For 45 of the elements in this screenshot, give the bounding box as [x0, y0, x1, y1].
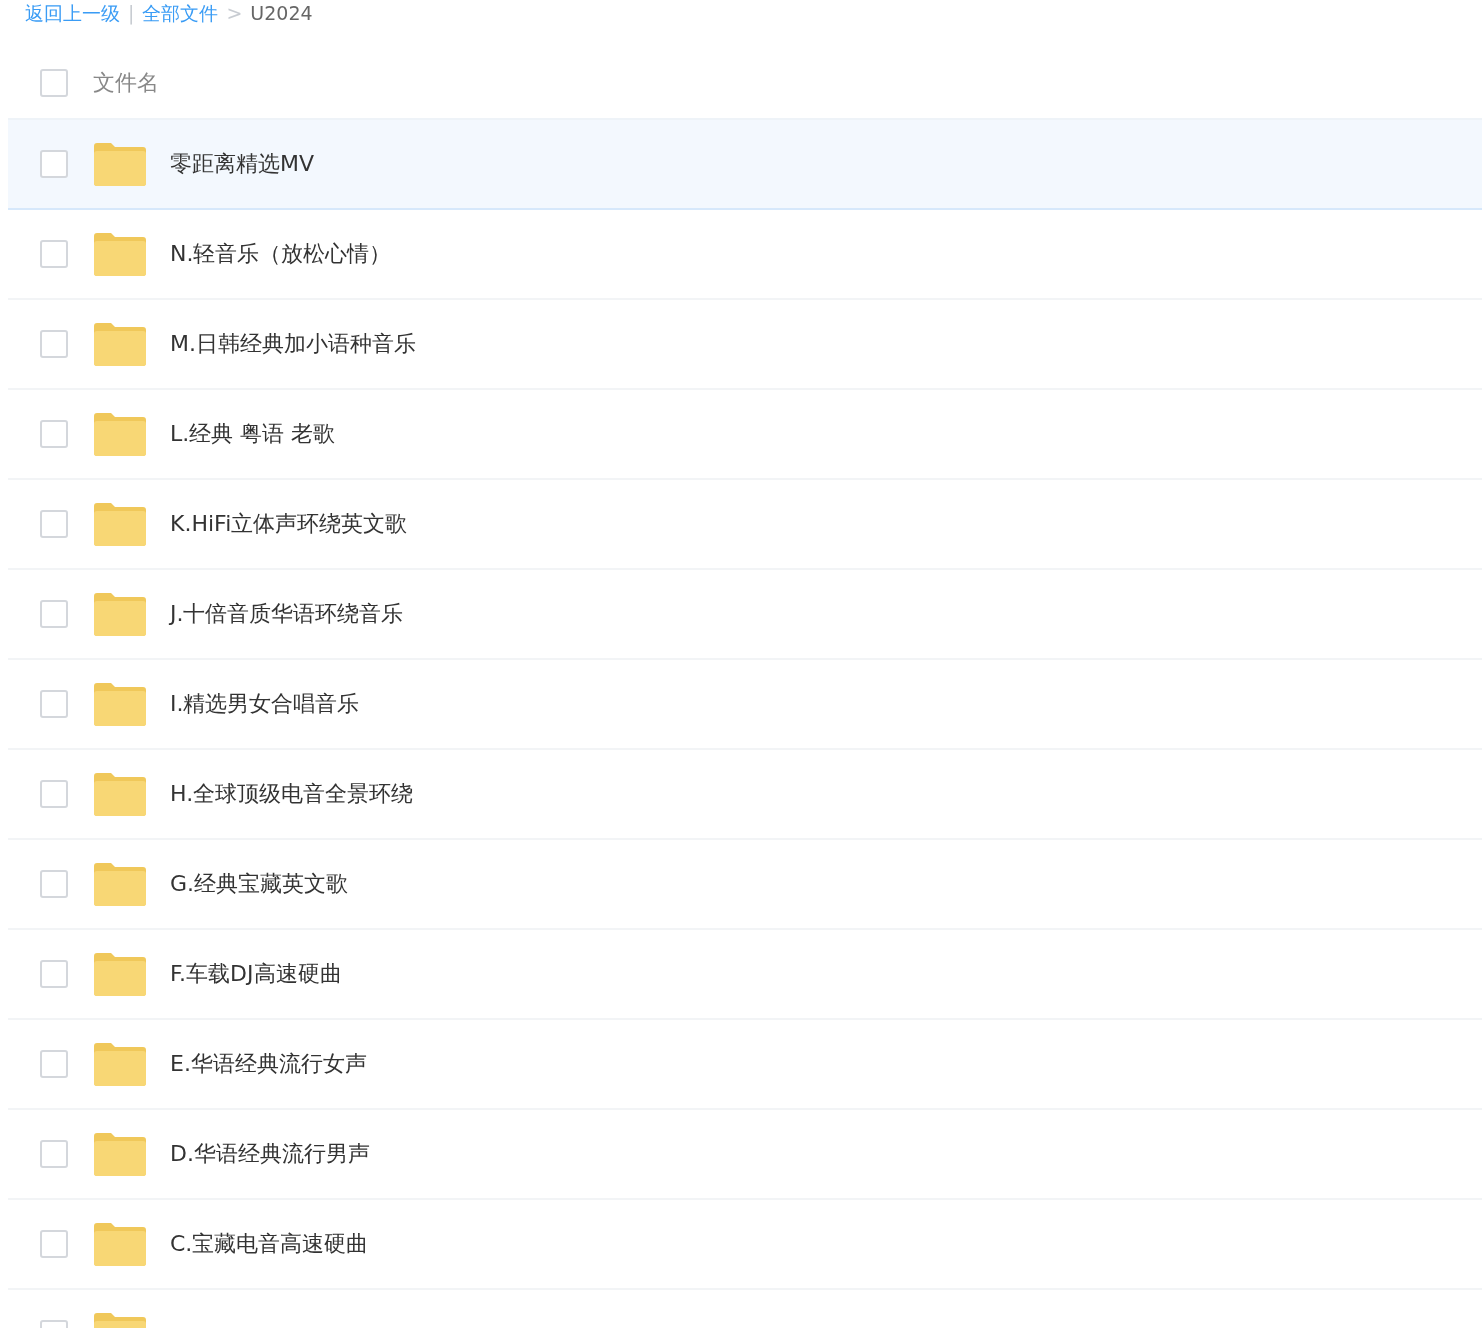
folder-icon: [94, 232, 146, 276]
checkbox[interactable]: [40, 420, 68, 448]
folder-name[interactable]: M.日韩经典加小语种音乐: [170, 329, 416, 359]
breadcrumb-separator: |: [128, 2, 135, 24]
folder-name[interactable]: L.经典 粤语 老歌: [170, 419, 336, 449]
checkbox[interactable]: [40, 69, 68, 97]
checkbox[interactable]: [40, 1050, 68, 1078]
folder-icon: [94, 592, 146, 636]
checkbox[interactable]: [40, 1140, 68, 1168]
checkbox[interactable]: [40, 690, 68, 718]
checkbox[interactable]: [40, 330, 68, 358]
folder-icon: [94, 322, 146, 366]
folder-icon: [94, 142, 146, 186]
folder-name[interactable]: J.十倍音质华语环绕音乐: [170, 599, 404, 629]
folder-name[interactable]: N.轻音乐（放松心情）: [170, 239, 392, 269]
breadcrumb-separator: >: [226, 2, 243, 24]
folder-name[interactable]: D.华语经典流行男声: [170, 1139, 370, 1169]
folder-icon: [94, 772, 146, 816]
checkbox[interactable]: [40, 960, 68, 988]
folder-icon: [94, 412, 146, 456]
checkbox[interactable]: [40, 1230, 68, 1258]
checkbox[interactable]: [40, 870, 68, 898]
checkbox[interactable]: [40, 510, 68, 538]
folder-icon: [94, 1132, 146, 1176]
checkbox[interactable]: [40, 240, 68, 268]
folder-name[interactable]: I.精选男女合唱音乐: [170, 689, 360, 719]
folder-name[interactable]: C.宝藏电音高速硬曲: [170, 1229, 369, 1259]
checkbox[interactable]: [40, 780, 68, 808]
checkbox[interactable]: [40, 150, 68, 178]
folder-name[interactable]: H.全球顶级电音全景环绕: [170, 779, 414, 809]
folder-name[interactable]: G.经典宝藏英文歌: [170, 869, 349, 899]
folder-icon: [94, 1042, 146, 1086]
column-header: 文件名: [93, 69, 159, 97]
folder-icon: [94, 1222, 146, 1266]
folder-name[interactable]: E.华语经典流行女声: [170, 1049, 367, 1079]
folder-name[interactable]: F.车载DJ高速硬曲: [170, 959, 342, 989]
folder-name[interactable]: K.HiFi立体声环绕英文歌: [170, 509, 408, 539]
folder-name[interactable]: 零距离精选MV: [170, 149, 315, 179]
folder-icon: [94, 502, 146, 546]
breadcrumb-current: U2024: [250, 2, 313, 24]
file-row[interactable]: 零距离精选MV: [8, 120, 1482, 210]
folder-icon: [94, 862, 146, 906]
checkbox[interactable]: [40, 600, 68, 628]
folder-icon: [94, 682, 146, 726]
folder-icon: [94, 952, 146, 996]
